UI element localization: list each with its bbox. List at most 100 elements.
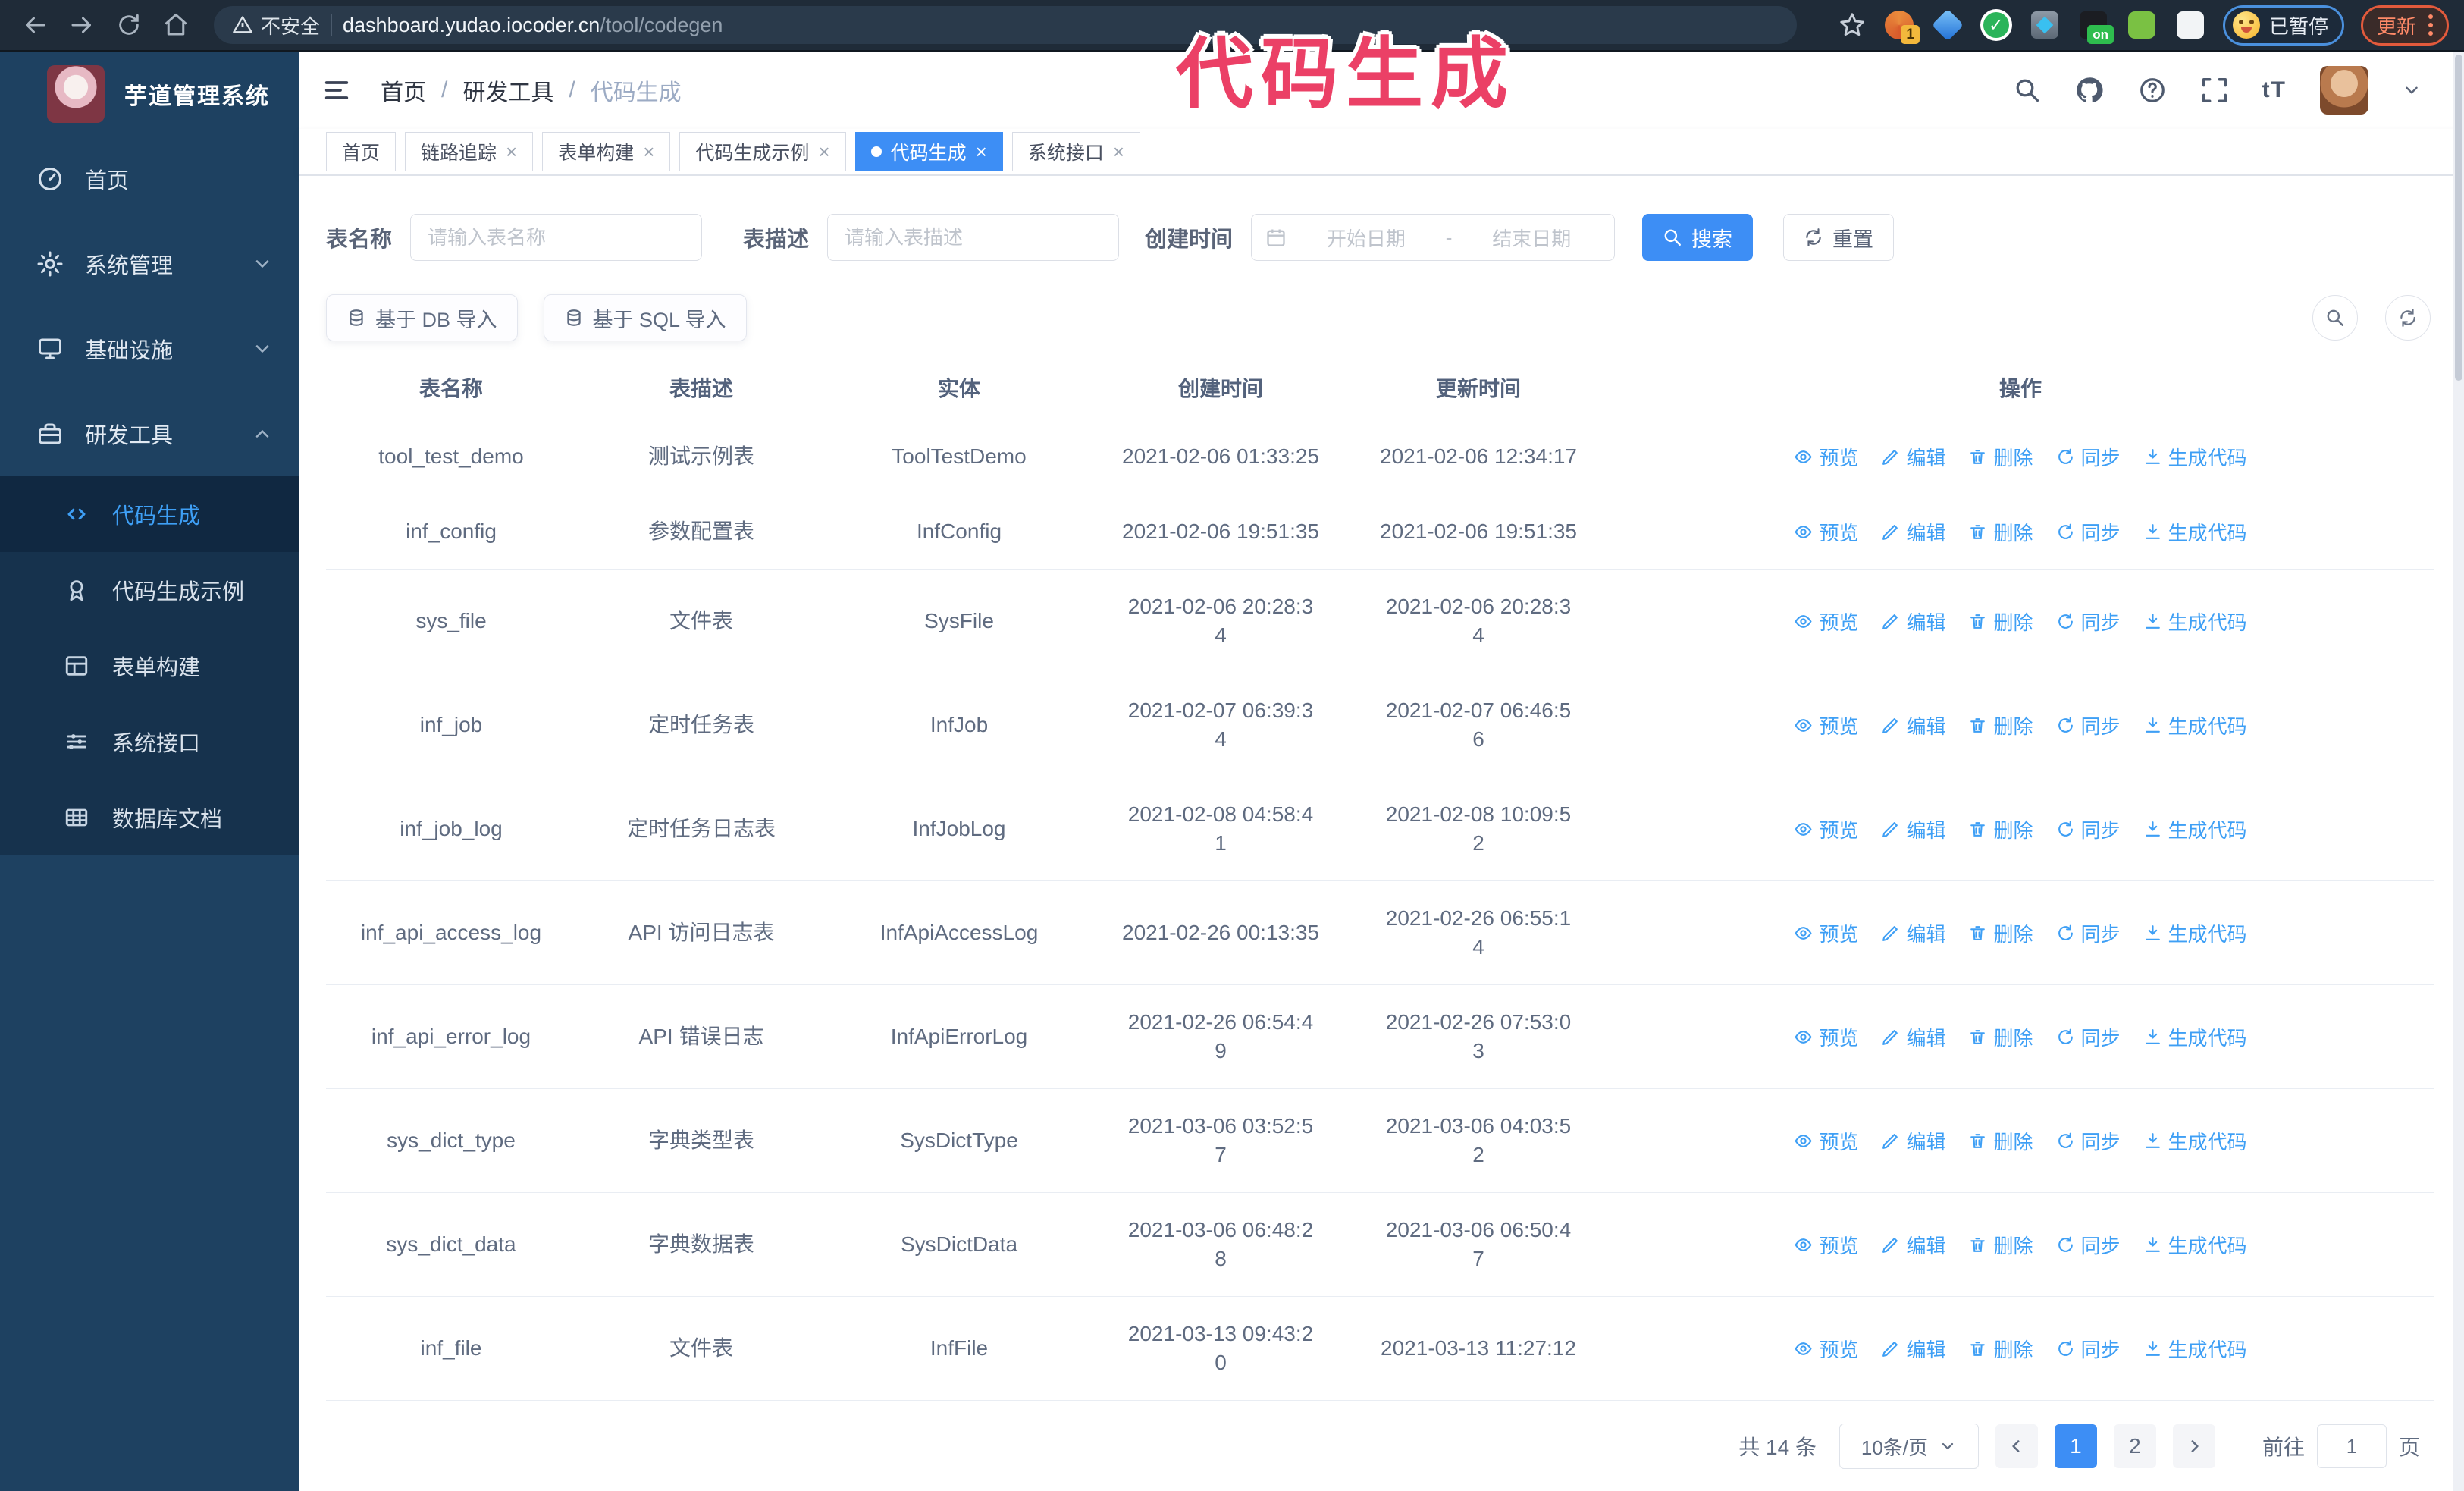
font-size-icon[interactable]: tT [2262,77,2287,103]
tab-3[interactable]: 代码生成示例 × [679,132,846,171]
avatar-caret-icon[interactable] [2402,80,2422,100]
prev-page-button[interactable] [1995,1424,2038,1468]
action-delete[interactable]: 删除 [1968,919,2033,947]
page-button-1[interactable]: 1 [2054,1424,2097,1468]
action-edit[interactable]: 编辑 [1881,1335,1945,1363]
reset-button[interactable]: 重置 [1783,214,1895,261]
import-sql-button[interactable]: 基于 SQL 导入 [543,294,747,341]
orange-extension-icon[interactable]: 1 [1883,9,1920,44]
tab-close-icon[interactable]: × [818,142,829,162]
action-generate-code[interactable]: 生成代码 [2143,607,2247,636]
date-end-placeholder[interactable]: 结束日期 [1462,224,1600,252]
action-sync[interactable]: 同步 [2056,1335,2121,1363]
action-preview[interactable]: 预览 [1794,919,1858,947]
action-edit[interactable]: 编辑 [1881,1023,1945,1051]
action-sync[interactable]: 同步 [2056,1127,2121,1155]
action-edit[interactable]: 编辑 [1881,518,1945,546]
scrollbar[interactable] [2453,52,2464,1491]
sidebar-subitem-1[interactable]: 代码生成示例 [0,552,299,628]
action-generate-code[interactable]: 生成代码 [2143,919,2247,947]
action-generate-code[interactable]: 生成代码 [2143,1127,2247,1155]
tab-4[interactable]: 代码生成 × [854,132,1003,171]
help-icon[interactable] [2138,76,2167,105]
action-delete[interactable]: 删除 [1968,1335,2033,1363]
action-sync[interactable]: 同步 [2056,518,2121,546]
action-preview[interactable]: 预览 [1794,607,1858,636]
action-edit[interactable]: 编辑 [1881,711,1945,739]
search-button[interactable]: 搜索 [1642,214,1754,261]
address-bar[interactable]: 不安全 dashboard.yudao.iocoder.cn/tool/code… [214,6,1797,44]
action-preview[interactable]: 预览 [1794,443,1858,471]
fullscreen-icon[interactable] [2200,76,2229,105]
puzzle-extension-icon[interactable] [2174,9,2206,41]
breadcrumb-home[interactable]: 首页 [381,74,426,107]
sidebar-subitem-3[interactable]: 系统接口 [0,704,299,780]
show-search-button[interactable] [2312,295,2358,341]
date-start-placeholder[interactable]: 开始日期 [1297,224,1435,252]
tab-5[interactable]: 系统接口 × [1011,132,1141,171]
action-generate-code[interactable]: 生成代码 [2143,518,2247,546]
action-delete[interactable]: 删除 [1968,1127,2033,1155]
table-name-input[interactable] [410,214,703,261]
action-delete[interactable]: 删除 [1968,815,2033,843]
action-edit[interactable]: 编辑 [1881,919,1945,947]
tab-close-icon[interactable]: × [643,142,654,162]
tab-close-icon[interactable]: × [506,142,517,162]
action-sync[interactable]: 同步 [2056,815,2121,843]
refresh-table-button[interactable] [2385,295,2431,341]
action-preview[interactable]: 预览 [1794,1023,1858,1051]
action-delete[interactable]: 删除 [1968,607,2033,636]
action-delete[interactable]: 删除 [1968,1023,2033,1051]
action-sync[interactable]: 同步 [2056,919,2121,947]
action-edit[interactable]: 编辑 [1881,815,1945,843]
breadcrumb-tools[interactable]: 研发工具 [462,74,553,107]
page-button-2[interactable]: 2 [2113,1424,2156,1468]
action-sync[interactable]: 同步 [2056,607,2121,636]
gem-extension-icon[interactable] [1931,8,1964,42]
date-range-picker[interactable]: 开始日期 - 结束日期 [1251,214,1616,261]
action-edit[interactable]: 编辑 [1881,1231,1945,1259]
action-edit[interactable]: 编辑 [1881,1127,1945,1155]
action-sync[interactable]: 同步 [2056,711,2121,739]
app-logo[interactable]: 芋道管理系统 [0,52,299,137]
hamburger-icon[interactable] [321,75,352,105]
action-preview[interactable]: 预览 [1794,1231,1858,1259]
action-generate-code[interactable]: 生成代码 [2143,443,2247,471]
search-icon[interactable] [2014,77,2041,104]
action-delete[interactable]: 删除 [1968,518,2033,546]
dark-extension-icon[interactable]: on [2077,9,2114,44]
tab-0[interactable]: 首页 [326,132,397,171]
action-preview[interactable]: 预览 [1794,815,1858,843]
sidebar-subitem-4[interactable]: 数据库文档 [0,780,299,855]
sidebar-item-2[interactable]: 基础设施 [0,306,299,391]
security-warning[interactable]: 不安全 [232,11,320,39]
action-generate-code[interactable]: 生成代码 [2143,1335,2247,1363]
tab-close-icon[interactable]: × [976,142,987,162]
action-preview[interactable]: 预览 [1794,518,1858,546]
action-delete[interactable]: 删除 [1968,1231,2033,1259]
action-generate-code[interactable]: 生成代码 [2143,711,2247,739]
action-delete[interactable]: 删除 [1968,711,2033,739]
action-delete[interactable]: 删除 [1968,443,2033,471]
sidebar-subitem-0[interactable]: 代码生成 [0,476,299,552]
github-icon[interactable] [2074,75,2105,105]
action-edit[interactable]: 编辑 [1881,607,1945,636]
sidebar-item-0[interactable]: 首页 [0,137,299,221]
goto-page-input[interactable] [2316,1424,2387,1468]
reload-button[interactable] [109,7,149,43]
forward-button[interactable] [62,7,102,43]
paused-chip[interactable]: 已暂停 [2222,5,2344,46]
grid-extension-icon[interactable] [2029,9,2061,41]
tab-2[interactable]: 表单构建 × [542,132,671,171]
import-db-button[interactable]: 基于 DB 导入 [326,294,518,341]
action-generate-code[interactable]: 生成代码 [2143,1231,2247,1259]
action-generate-code[interactable]: 生成代码 [2143,1023,2247,1051]
action-sync[interactable]: 同步 [2056,1023,2121,1051]
browser-menu-icon[interactable] [2428,14,2433,36]
action-preview[interactable]: 预览 [1794,1127,1858,1155]
back-button[interactable] [15,7,55,43]
next-page-button[interactable] [2172,1424,2215,1468]
update-chip[interactable]: 更新 [2360,5,2449,46]
action-preview[interactable]: 预览 [1794,711,1858,739]
scrollbar-thumb[interactable] [2455,55,2462,381]
